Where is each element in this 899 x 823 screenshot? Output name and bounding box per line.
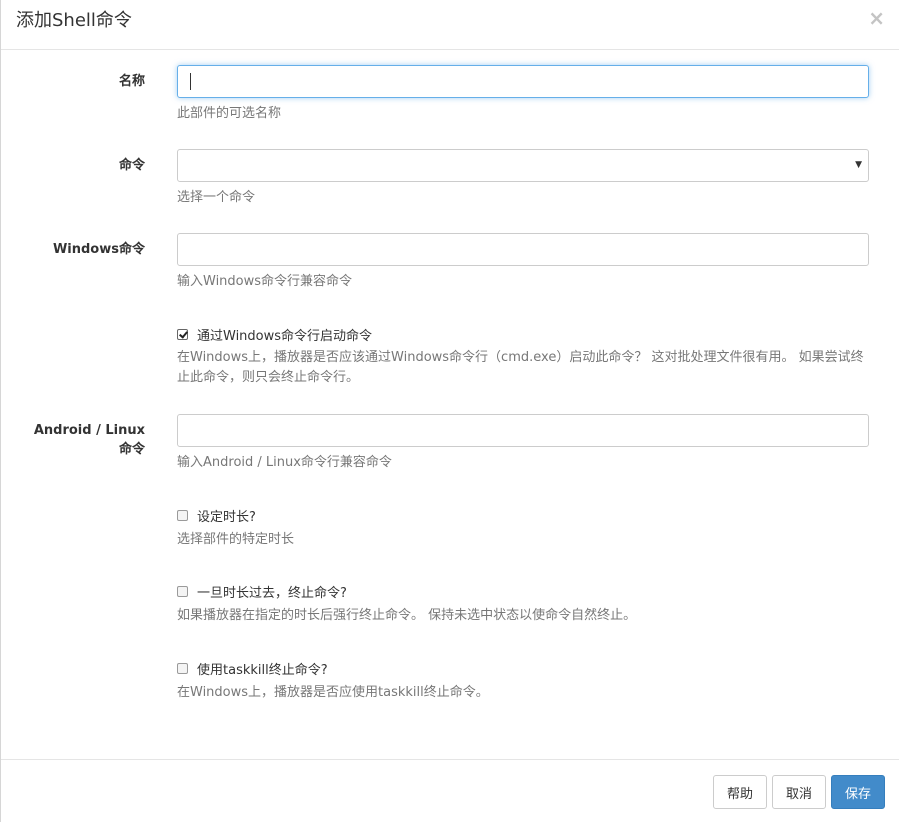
- use-taskkill-help: 在Windows上，播放器是否应使用taskkill终止命令。: [177, 685, 489, 700]
- cancel-button[interactable]: 取消: [772, 775, 826, 809]
- help-button[interactable]: 帮助: [713, 775, 767, 809]
- windows-command-label: Windows命令: [52, 242, 145, 257]
- add-shell-command-dialog: 添加Shell命令 × 名称 此部件的可选名称 命令 ▼ 选择一个命令 Wind…: [0, 0, 899, 822]
- close-icon[interactable]: ×: [868, 8, 885, 28]
- modal-header: 添加Shell命令 ×: [1, 0, 899, 50]
- windows-command-input[interactable]: [178, 234, 868, 265]
- linux-command-help: 输入Android / Linux命令行兼容命令: [177, 455, 392, 470]
- terminate-on-expiry-help: 如果播放器在指定的时长后强行终止命令。 保持未选中状态以使命令自然终止。: [177, 608, 637, 623]
- use-taskkill-row[interactable]: 使用taskkill终止命令?: [177, 659, 328, 678]
- name-help: 此部件的可选名称: [177, 106, 282, 121]
- launch-through-cmd-label[interactable]: 通过Windows命令行启动命令: [197, 325, 372, 344]
- name-field[interactable]: [177, 65, 869, 98]
- command-select[interactable]: ▼: [177, 149, 869, 182]
- name-label: 名称: [118, 74, 145, 89]
- command-label: 命令: [118, 158, 145, 173]
- linux-command-label: Android / Linux 命令: [34, 421, 145, 459]
- text-cursor: [190, 73, 191, 90]
- set-duration-help: 选择部件的特定时长: [177, 532, 295, 547]
- name-input[interactable]: [178, 66, 868, 97]
- terminate-on-expiry-checkbox[interactable]: [177, 585, 188, 597]
- linux-command-input[interactable]: [178, 415, 868, 446]
- modal-footer: 帮助 取消 保存: [1, 759, 899, 823]
- modal-title: 添加Shell命令: [16, 10, 132, 31]
- launch-through-cmd-help: 在Windows上，播放器是否应该通过Windows命令行（cmd.exe）启动…: [177, 350, 864, 385]
- launch-through-cmd-checkbox[interactable]: [177, 328, 188, 340]
- command-help: 选择一个命令: [177, 190, 256, 205]
- windows-command-field[interactable]: [177, 233, 869, 266]
- linux-command-label-line1: Android / Linux: [33, 423, 145, 438]
- use-taskkill-label[interactable]: 使用taskkill终止命令?: [197, 659, 328, 678]
- set-duration-checkbox[interactable]: [177, 509, 188, 521]
- terminate-on-expiry-label[interactable]: 一旦时长过去，终止命令?: [197, 582, 347, 601]
- linux-command-label-line2: 命令: [118, 442, 145, 457]
- use-taskkill-checkbox[interactable]: [177, 662, 188, 674]
- linux-command-field[interactable]: [177, 414, 869, 447]
- launch-through-cmd-row[interactable]: 通过Windows命令行启动命令: [177, 325, 372, 344]
- windows-command-help: 输入Windows命令行兼容命令: [177, 274, 353, 289]
- terminate-on-expiry-row[interactable]: 一旦时长过去，终止命令?: [177, 582, 347, 601]
- caret-down-icon: ▼: [855, 160, 862, 170]
- save-button[interactable]: 保存: [831, 775, 885, 809]
- set-duration-row[interactable]: 设定时长?: [177, 506, 256, 525]
- set-duration-label[interactable]: 设定时长?: [197, 506, 256, 525]
